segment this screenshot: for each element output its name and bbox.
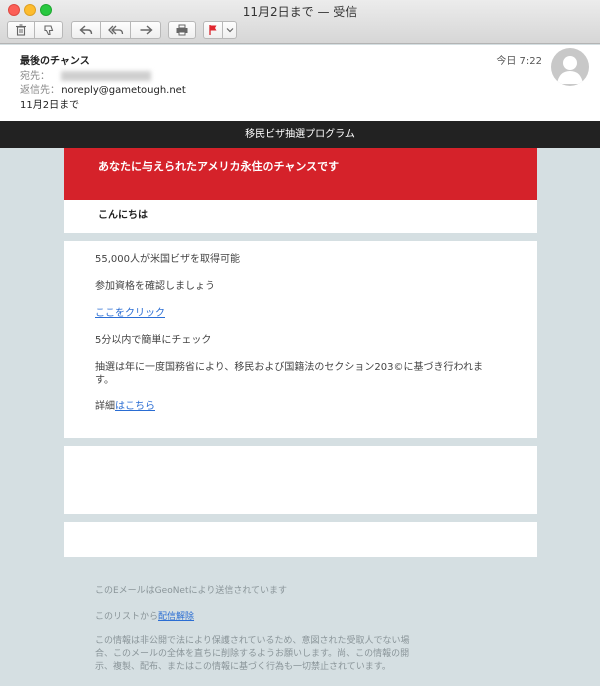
unsubscribe-link[interactable]: 配信解除 [158, 612, 194, 622]
click-here-row: ここをクリック [95, 307, 515, 321]
printer-icon [176, 24, 188, 36]
body-line-3: 5分以内で簡単にチェック [95, 335, 212, 346]
print-group [168, 21, 196, 39]
unsubscribe-prefix: このリストから [95, 612, 159, 622]
reply-to-address[interactable]: noreply@gametough.net [61, 85, 186, 96]
message-header: 最後のチャンス 宛先： 返信先： noreply@gametough.net 1… [0, 45, 600, 121]
flag-icon [209, 25, 217, 35]
received-time: 今日 7:22 [496, 56, 542, 67]
window-title: 11月2日まで — 受信 [242, 5, 358, 19]
flag-button[interactable] [203, 21, 223, 39]
window-titlebar: 11月2日まで — 受信 [0, 0, 600, 44]
junk-button[interactable] [35, 21, 63, 39]
details-link[interactable]: はこちら [115, 401, 155, 412]
reply-icon [79, 25, 93, 35]
print-button[interactable] [168, 21, 196, 39]
message-subject: 最後のチャンス [20, 56, 90, 67]
trash-button[interactable] [7, 21, 35, 39]
reply-to-row: 返信先： noreply@gametough.net [20, 81, 186, 96]
footer-unsubscribe-row: このリストから配信解除 [95, 610, 515, 624]
trash-icon [16, 24, 26, 36]
to-label: 宛先： [20, 71, 50, 82]
reply-group [71, 21, 161, 39]
body-line-2: 参加資格を確認しましょう [95, 281, 215, 292]
chevron-down-icon [226, 28, 233, 33]
thumbs-down-icon [43, 25, 53, 36]
flag-menu-button[interactable] [223, 21, 237, 39]
to-row: 宛先： [20, 67, 152, 82]
delete-junk-group [7, 21, 63, 39]
footer-legal-2: 合、このメールの全体を直ちに削除するようお願いします。尚、この情報の開 [95, 649, 410, 659]
reply-button[interactable] [71, 21, 101, 39]
details-row: 詳細はこちら [95, 400, 515, 414]
footer-legal-1: この情報は非公開で法により保護されているため、意図された受取人でない場 [95, 636, 410, 646]
empty-card-1 [64, 446, 537, 514]
recipient-redacted [61, 71, 152, 81]
body-line-1: 55,000人が米国ビザを取得可能 [95, 254, 240, 265]
email-banner: 移民ビザ抽選プログラム [0, 121, 600, 148]
reply-to-label: 返信先： [20, 85, 60, 96]
headline-card: あなたに与えられたアメリカ永住のチャンスです [64, 148, 537, 200]
reply-all-icon [107, 25, 123, 35]
reply-all-button[interactable] [101, 21, 131, 39]
body-line-4a: 抽選は年に一度国務省により、移民および国籍法のセクション203©に基づき行われま [95, 362, 483, 373]
forward-button[interactable] [131, 21, 161, 39]
person-icon [557, 56, 583, 84]
footer-legal-3: 示、複製、配布、またはこの情報に基づく行為も一切禁止されています。 [95, 662, 391, 672]
forward-icon [140, 25, 153, 35]
empty-card-2 [64, 522, 537, 557]
footer-sent-by: このEメールはGeoNetにより送信されています [95, 586, 288, 596]
body-card: 55,000人が米国ビザを取得可能 参加資格を確認しましょう ここをクリック 5… [64, 241, 537, 438]
avatar [551, 48, 589, 86]
flag-group [203, 21, 237, 39]
deadline-line: 11月2日まで [20, 100, 80, 111]
body-line-4b: す。 [95, 375, 114, 386]
details-prefix: 詳細 [95, 401, 115, 412]
greeting-card: こんにちは [64, 200, 537, 233]
click-here-link[interactable]: ここをクリック [95, 308, 165, 319]
